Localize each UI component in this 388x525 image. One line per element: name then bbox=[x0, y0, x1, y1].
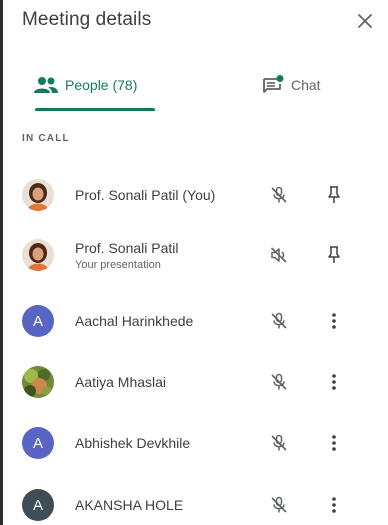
section-in-call-label: IN CALL bbox=[22, 133, 70, 144]
pin-button[interactable] bbox=[322, 183, 346, 207]
mic-off-icon bbox=[271, 373, 287, 390]
people-icon bbox=[34, 77, 58, 93]
more-options-button[interactable] bbox=[322, 493, 346, 517]
volume-off-icon bbox=[270, 247, 287, 263]
pin-icon bbox=[328, 186, 340, 203]
mic-off-icon bbox=[271, 496, 287, 513]
participant-row[interactable]: Prof. Sonali Patil (You) bbox=[3, 165, 388, 225]
more-vert-icon bbox=[332, 313, 336, 329]
more-options-button[interactable] bbox=[322, 309, 346, 333]
avatar bbox=[22, 179, 54, 211]
panel-header: Meeting details bbox=[3, 0, 388, 50]
pin-icon bbox=[328, 246, 340, 263]
avatar bbox=[22, 239, 54, 271]
audio-status[interactable] bbox=[267, 243, 291, 267]
participant-names: Prof. Sonali Patil (You) bbox=[75, 187, 215, 203]
participant-row[interactable]: Aatiya Mhaslai bbox=[3, 352, 388, 412]
more-options-button[interactable] bbox=[322, 370, 346, 394]
mic-off-icon bbox=[271, 434, 287, 451]
participant-name: Aatiya Mhaslai bbox=[75, 374, 167, 390]
participant-name: Abhishek Devkhile bbox=[75, 435, 191, 451]
participant-row[interactable]: A Aachal Harinkhede bbox=[3, 291, 388, 351]
mic-off-icon bbox=[271, 186, 287, 203]
mic-status[interactable] bbox=[267, 493, 291, 517]
avatar-initial: A bbox=[32, 312, 43, 330]
tab-people[interactable]: People (78) bbox=[33, 58, 137, 112]
participant-name: AKANSHA HOLE bbox=[75, 497, 184, 513]
participant-names: Aachal Harinkhede bbox=[75, 313, 193, 329]
active-tab-indicator bbox=[35, 108, 155, 111]
avatar-initial: A bbox=[32, 496, 43, 514]
close-icon bbox=[358, 14, 372, 28]
participant-names: Aatiya Mhaslai bbox=[75, 374, 166, 390]
participant-names: Prof. Sonali Patil Your presentation bbox=[75, 240, 179, 271]
mic-status[interactable] bbox=[267, 370, 291, 394]
participant-subtitle: Your presentation bbox=[75, 258, 161, 271]
participant-names: AKANSHA HOLE bbox=[75, 497, 183, 513]
mic-status[interactable] bbox=[267, 431, 291, 455]
participant-row[interactable]: Prof. Sonali Patil Your presentation bbox=[3, 225, 388, 285]
more-vert-icon bbox=[332, 435, 336, 451]
tab-chat-label: Chat bbox=[291, 77, 321, 93]
more-options-button[interactable] bbox=[322, 431, 346, 455]
avatar bbox=[22, 366, 54, 398]
more-vert-icon bbox=[332, 497, 336, 513]
participant-names: Abhishek Devkhile bbox=[75, 435, 190, 451]
mic-status[interactable] bbox=[267, 309, 291, 333]
more-vert-icon bbox=[332, 374, 336, 390]
participant-row[interactable]: A Abhishek Devkhile bbox=[3, 413, 388, 473]
panel-title: Meeting details bbox=[22, 9, 152, 30]
participant-name: Aachal Harinkhede bbox=[75, 313, 194, 329]
avatar: A bbox=[22, 427, 54, 459]
avatar: A bbox=[22, 489, 54, 521]
participant-name: Prof. Sonali Patil (You) bbox=[75, 187, 216, 203]
mic-off-icon bbox=[271, 312, 287, 329]
participant-row[interactable]: A AKANSHA HOLE bbox=[3, 475, 388, 525]
close-button[interactable] bbox=[352, 8, 378, 34]
panel-tabs: People (78) Chat bbox=[3, 58, 388, 112]
mic-status[interactable] bbox=[267, 183, 291, 207]
tab-chat[interactable]: Chat bbox=[261, 58, 321, 112]
tab-people-label: People (78) bbox=[65, 77, 138, 93]
avatar: A bbox=[22, 305, 54, 337]
pin-button[interactable] bbox=[322, 243, 346, 267]
avatar-initial: A bbox=[32, 434, 43, 452]
participant-name: Prof. Sonali Patil bbox=[75, 239, 179, 256]
chat-icon bbox=[263, 75, 284, 93]
